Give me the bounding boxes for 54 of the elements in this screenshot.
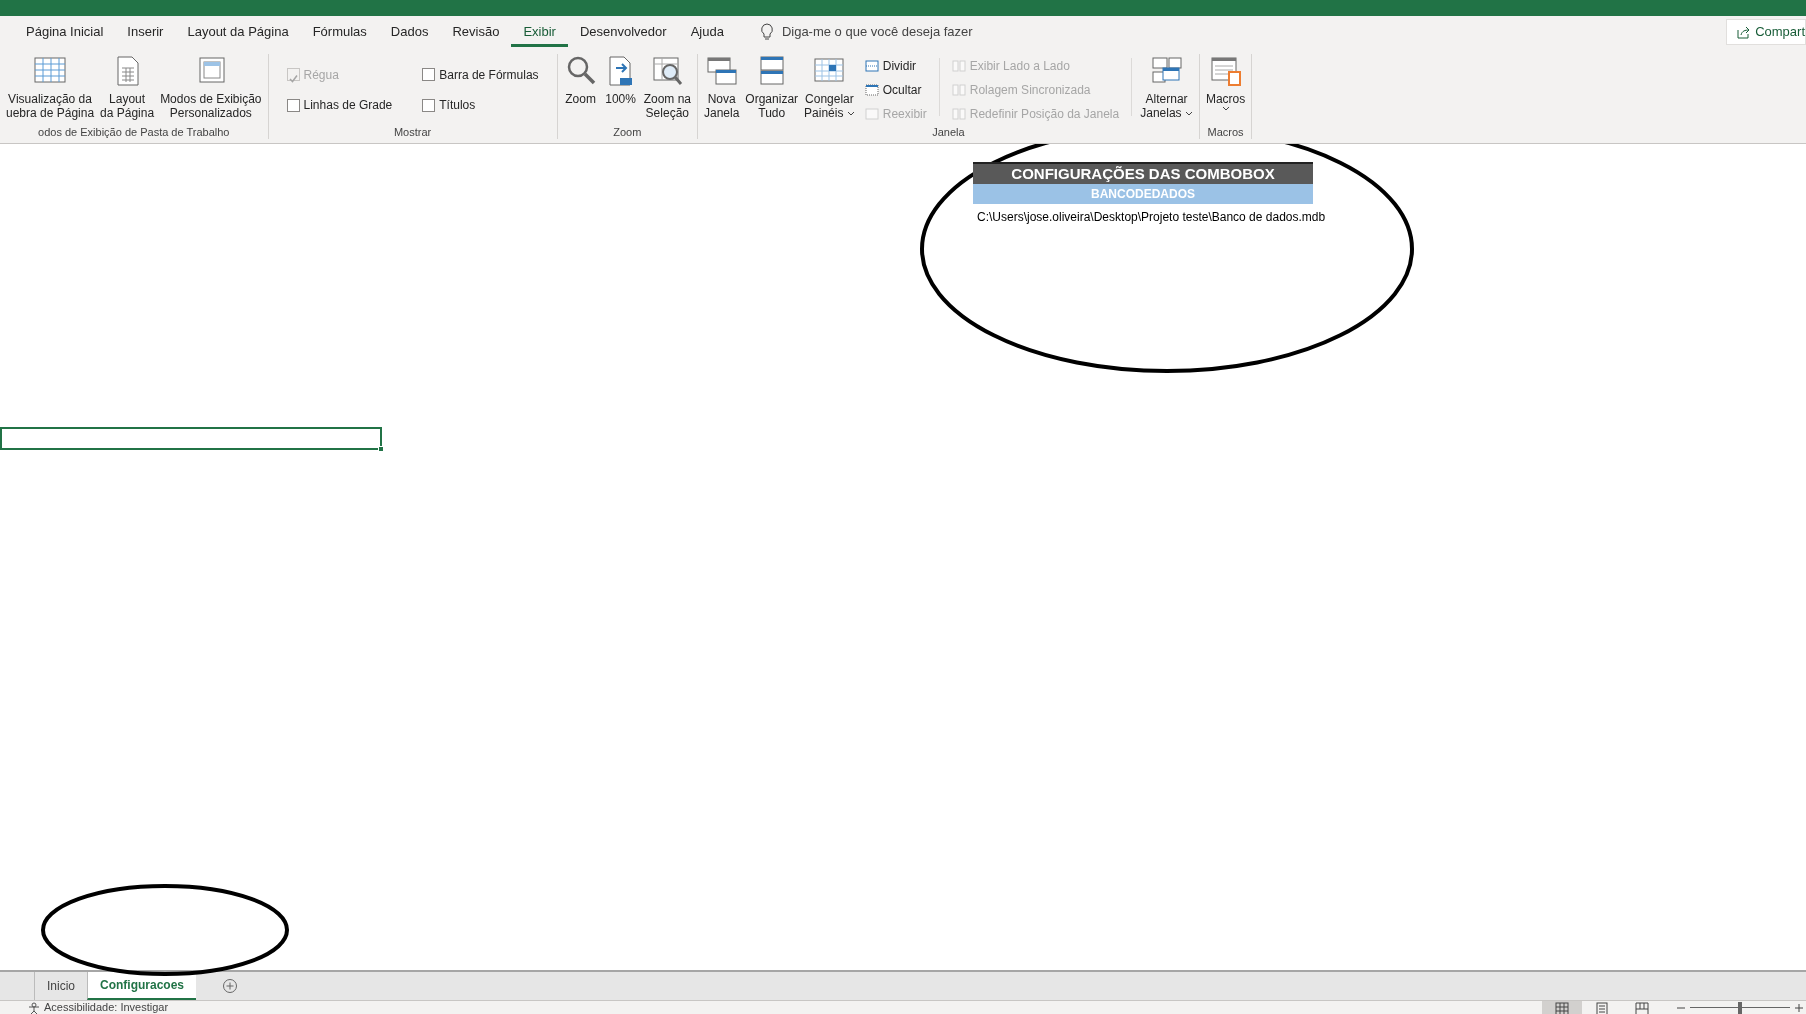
group-label: Zoom — [612, 126, 643, 139]
search-placeholder[interactable]: Diga-me o que você deseja fazer — [781, 22, 973, 42]
ribbon-button[interactable]: Visualização da uebra de Página — [4, 54, 97, 126]
group-label: Mostrar — [392, 126, 433, 139]
view-button[interactable] — [1542, 1001, 1582, 1014]
ribbon-button[interactable]: Congelar Painéis — [802, 54, 857, 126]
windows-icon — [704, 54, 739, 88]
ribbon-button[interactable]: Nova Janela — [702, 54, 742, 126]
add-sheet-icon[interactable] — [222, 978, 239, 994]
group-label: Janela — [931, 126, 966, 139]
macro-sheet-icon — [1208, 54, 1243, 88]
ribbon-button[interactable]: Macros — [1203, 54, 1248, 126]
checkbox[interactable]: Linhas de Grade — [284, 95, 395, 116]
ribbon-button[interactable]: Modos de Exibição Personalizados — [158, 54, 264, 126]
ribbon-button[interactable]: Layout da Página — [98, 54, 157, 126]
group-label: Macros — [1206, 126, 1245, 139]
ribbon-tab[interactable]: Ajuda — [678, 20, 736, 47]
ribbon-tab[interactable]: Desenvolvedor — [567, 20, 679, 47]
lightbulb-icon — [759, 23, 774, 41]
ribbon-tab[interactable]: Inserir — [115, 20, 176, 47]
column-header: BANCODEDADOS — [973, 184, 1313, 204]
page-layout-icon — [1595, 1001, 1609, 1014]
checkbox[interactable]: Títulos — [420, 95, 541, 116]
ribbon-button[interactable]: Ocultar — [862, 80, 929, 100]
table-cell: C:\Users\jose.oliveira\Desktop\Projeto teste\Banco de dados.mdb — [977, 210, 1326, 225]
magnifier-sheet-icon — [650, 54, 685, 88]
ribbon-tab[interactable]: Layout da Página — [175, 20, 301, 47]
ribbon-tab[interactable]: Página Inicial — [14, 20, 116, 47]
split-icon — [864, 59, 879, 73]
hide-icon — [864, 83, 879, 97]
ribbon-button[interactable]: Dividir — [862, 56, 929, 76]
accessibility-icon — [28, 1001, 40, 1014]
ribbon-tab[interactable]: Dados — [378, 20, 441, 47]
ribbon-tab[interactable]: Revisão — [440, 20, 512, 47]
zoom-in-icon[interactable] — [1794, 1002, 1804, 1013]
group-label: odos de Exibição de Pasta de Trabalho — [37, 126, 231, 139]
checkmark-icon — [287, 73, 299, 85]
status-text: Acessibilidade: Investigar — [44, 1001, 169, 1014]
ribbon-button[interactable]: Zoom — [561, 54, 600, 126]
normal-view-icon — [1555, 1001, 1569, 1014]
ribbon-tab[interactable]: Fórmulas — [300, 20, 379, 47]
side-by-side-icon — [951, 59, 966, 73]
page-break-icon — [1635, 1001, 1649, 1014]
share-icon — [1737, 25, 1752, 39]
ribbon-button[interactable]: Zoom na Seleção — [641, 54, 693, 126]
checkbox[interactable]: Barra de Fórmulas — [420, 64, 541, 85]
sheet-tab[interactable]: Configuracoes — [87, 972, 197, 1000]
selected-cell[interactable] — [0, 427, 382, 450]
ribbon-button[interactable]: Organizar Tudo — [743, 54, 801, 126]
ribbon-button[interactable]: Alternar Janelas — [1138, 54, 1195, 126]
share-button[interactable]: Compart — [1726, 19, 1806, 45]
table-title: CONFIGURAÇÕES DAS COMBOBOX — [973, 162, 1313, 184]
ribbon-button[interactable]: 100% — [601, 54, 640, 126]
window-icon — [864, 107, 879, 121]
